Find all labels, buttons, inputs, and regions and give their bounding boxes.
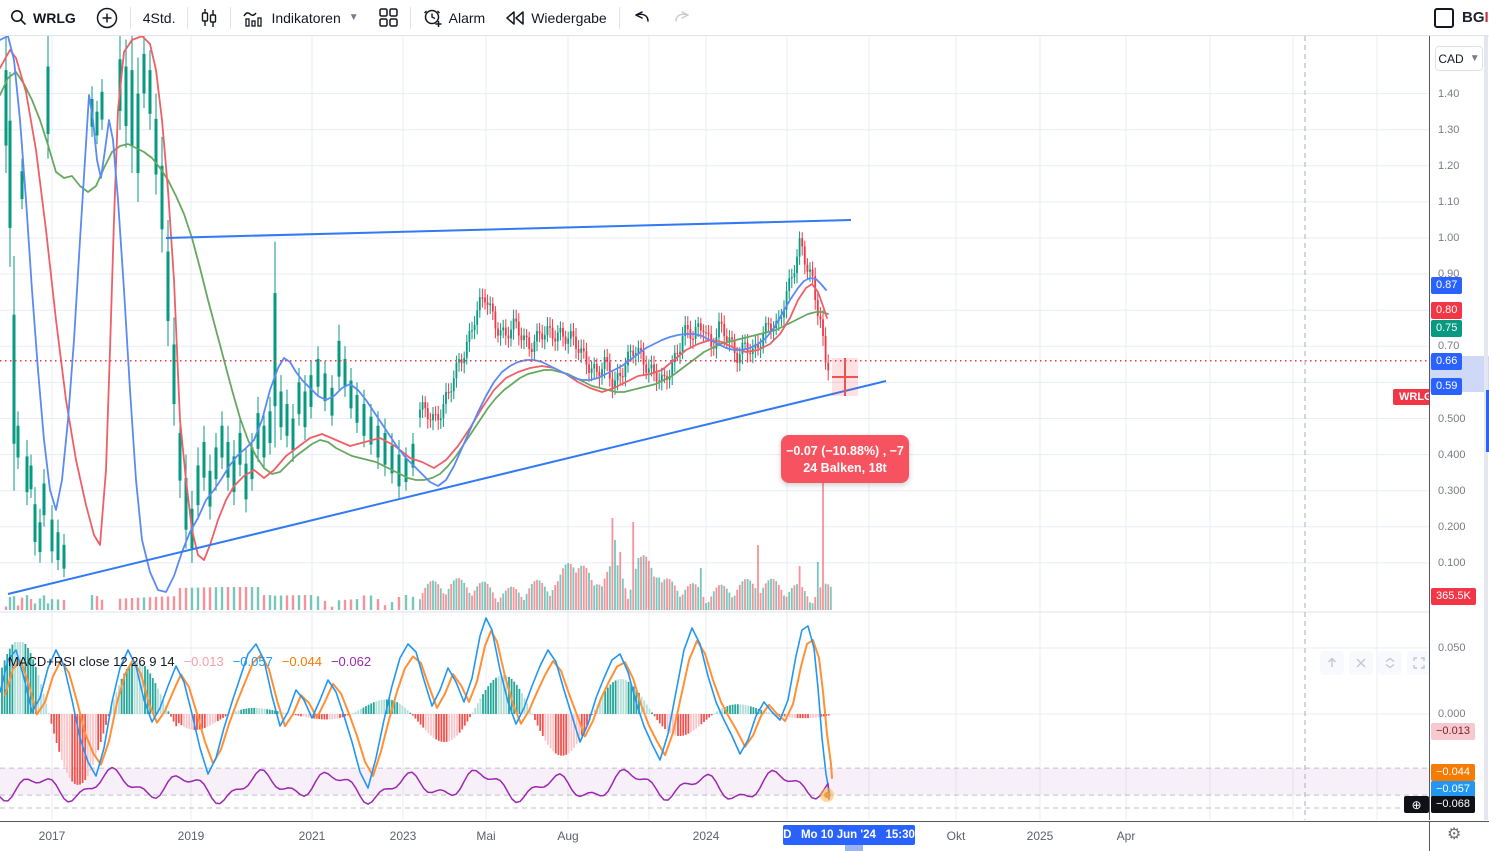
chevron-down-icon: ▼ [348, 12, 359, 23]
add-order-plus-icon[interactable]: ⊕ [1404, 796, 1429, 813]
add-symbol-button[interactable] [86, 4, 128, 32]
scale-tick: 1.40 [1438, 87, 1460, 100]
maximize-pane-button[interactable] [1407, 651, 1431, 675]
toolbar-separator [409, 6, 411, 29]
time-label-2021: 2021 [298, 829, 326, 843]
time-label-2023: 2023 [389, 829, 417, 843]
currency-label: CAD [1438, 51, 1464, 66]
price-label-0.66: 0.66 [1431, 352, 1463, 370]
tooltip-line1: −0.07 (−10.88%) , −7 [786, 443, 904, 458]
time-label-2017: 2017 [38, 829, 66, 843]
time-label-Aug: Aug [557, 829, 579, 843]
scale-tick: 0.050 [1438, 642, 1466, 654]
scale-tick: 1.10 [1438, 195, 1460, 208]
time-axis[interactable]: 2017 2019 2021 2023 Mai Aug 2024 Okt 2025 Apr D M… [0, 821, 1489, 851]
layout-button[interactable] [369, 4, 408, 32]
toolbar-separator [187, 6, 189, 29]
price-chart[interactable] [0, 36, 1429, 820]
time-label-Mai: Mai [476, 829, 496, 843]
price-label-0.59: 0.59 [1431, 378, 1463, 395]
gear-icon[interactable]: ⚙ [1447, 824, 1461, 844]
macd-title: MACD+RSI close 12 26 9 14 [8, 654, 175, 669]
account-label[interactable]: BGI [1462, 9, 1489, 26]
alert-button[interactable]: Alarm [413, 4, 496, 32]
scale-tick: 1.00 [1438, 232, 1460, 244]
toolbar-separator [129, 6, 131, 29]
currency-dropdown[interactable]: CAD ▼ [1435, 46, 1483, 71]
price-label-0.87: 0.87 [1431, 276, 1463, 294]
macd-value-2: −0.057 [232, 654, 273, 669]
fullscreen-checkbox-icon[interactable] [1434, 7, 1454, 28]
scale-tick: 0.200 [1438, 520, 1466, 533]
tradingview-app: WRLG 4Std. Indikatoren ▼ Alarm Wiedergab… [0, 0, 1489, 851]
macd-value-3: −0.044 [281, 654, 322, 669]
move-pane-up-button[interactable] [1320, 651, 1344, 675]
indicators-label: Indikatoren [271, 9, 341, 26]
time-label-Okt: Okt [946, 829, 966, 843]
alarm-clock-icon [423, 9, 442, 27]
close-pane-button[interactable] [1349, 651, 1373, 675]
price-label-0.75: 0.75 [1431, 320, 1463, 338]
price-label-0.80: 0.80 [1431, 302, 1463, 320]
scale-tick: 0.500 [1438, 412, 1466, 425]
toolbar-separator [618, 6, 620, 29]
scale-tick: 0.000 [1438, 708, 1466, 720]
scale-tick: 1.30 [1438, 123, 1460, 136]
price-label-−0.044: −0.044 [1431, 764, 1475, 782]
interval-button[interactable]: 4Std. [133, 4, 186, 32]
replay-button[interactable]: Wiedergabe [495, 4, 617, 32]
indicator-pane-buttons [1320, 651, 1431, 675]
collapse-pane-button[interactable] [1378, 651, 1402, 675]
grid-layout-icon [378, 8, 398, 27]
candlestick-icon [202, 8, 217, 27]
price-label-−0.068: −0.068 [1431, 795, 1475, 813]
chevron-down-icon: ▼ [1469, 53, 1480, 64]
time-label-2019: 2019 [177, 829, 205, 843]
chart-canvas[interactable]: MACD+RSI close 12 26 9 14 −0.013 −0.057 … [0, 36, 1439, 843]
symbol-name: WRLG [33, 9, 76, 26]
macd-legend[interactable]: MACD+RSI close 12 26 9 14 −0.013 −0.057 … [8, 654, 371, 669]
scale-tick: 1.20 [1438, 159, 1460, 172]
time-label-2025: 2025 [1026, 829, 1054, 843]
search-icon [11, 10, 27, 26]
price-scale[interactable]: CAD ▼ 1.40 1.30 1.20 1.10 1.00 0.90 0.70 0.500 0… [1404, 36, 1489, 820]
time-label-2024: 2024 [692, 829, 720, 843]
axis-corner-separator [1429, 822, 1430, 851]
scale-tick: 0.300 [1438, 484, 1466, 497]
interval-label: 4Std. [142, 9, 176, 26]
top-toolbar: WRLG 4Std. Indikatoren ▼ Alarm Wiedergab… [0, 0, 1489, 36]
redo-button[interactable] [662, 4, 702, 32]
symbol-search-button[interactable]: WRLG [0, 4, 86, 32]
chart-type-button[interactable] [190, 4, 228, 32]
scale-tick: 0.70 [1438, 340, 1460, 353]
scale-tick: 0.400 [1438, 448, 1466, 461]
indicators-button[interactable]: Indikatoren ▼ [233, 4, 368, 32]
undo-button[interactable] [622, 4, 662, 32]
macd-value-4: −0.062 [330, 654, 372, 669]
replay-label: Wiedergabe [531, 9, 607, 26]
toolbar-separator [230, 6, 232, 29]
price-label-−0.013: −0.013 [1431, 723, 1475, 741]
time-cursor-notch [845, 845, 863, 851]
change-tooltip: −0.07 (−10.88%) , −7 24 Balken, 18t [781, 435, 909, 483]
scale-tick: 0.100 [1438, 556, 1466, 569]
redo-icon [674, 10, 689, 22]
time-label-Apr: Apr [1116, 829, 1136, 843]
indicators-icon [243, 11, 263, 27]
tooltip-line2: 24 Balken, 18t [803, 460, 887, 475]
alarm-label: Alarm [448, 9, 486, 26]
undo-icon [634, 10, 649, 22]
price-label-365.5K: 365.5K [1431, 588, 1476, 605]
macd-value-1: −0.013 [183, 654, 224, 669]
time-cursor-label: D Mo 10 Jun '24 15:30 [783, 825, 915, 845]
plus-circle-icon [96, 7, 118, 28]
replay-rewind-icon [506, 10, 524, 25]
